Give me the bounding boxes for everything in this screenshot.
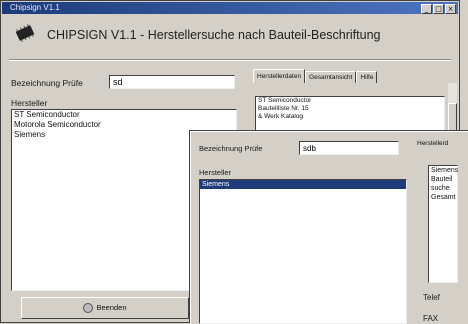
exit-icon	[83, 303, 94, 314]
exit-button[interactable]: Beenden	[21, 297, 189, 319]
window-controls: _ □ ×	[421, 4, 456, 14]
detail-line: suche	[431, 185, 450, 192]
tab-herstellerdaten[interactable]: Herstellerdaten	[253, 69, 306, 83]
tab-hilfe[interactable]: Hilfe	[356, 71, 378, 83]
title-bar[interactable]: Chipsign V1.1 _ □ ×	[2, 2, 458, 14]
close-button[interactable]: ×	[445, 4, 456, 14]
detail-line: Bauteil	[431, 176, 453, 183]
detail-line: Siemens	[431, 167, 459, 174]
detail-line: & Werk Katalog	[258, 113, 304, 120]
window-title: Chipsign V1.1	[10, 3, 60, 12]
second-manufacturer-list[interactable]: Siemens	[199, 179, 407, 324]
minimize-button[interactable]: _	[421, 4, 432, 14]
manufacturer-label: Hersteller	[11, 98, 48, 108]
second-search-label: Bezeichnung Prüfe	[199, 144, 263, 153]
second-search-input[interactable]: sdb	[299, 141, 399, 155]
second-tab-fragment[interactable]: Herstellerd	[417, 140, 448, 147]
phone-label: Telef	[423, 293, 440, 302]
detail-line: Gesamt	[431, 194, 456, 201]
scrollbar-thumb[interactable]	[448, 103, 457, 133]
header-banner: CHIPSIGN V1.1 - Herstellersuche nach Bau…	[7, 18, 455, 54]
search-label: Bezeichnung Prüfe	[11, 78, 83, 88]
second-details-box: Siemens Bauteil suche Gesamt	[428, 165, 458, 283]
chip-icon	[15, 23, 35, 43]
search-input[interactable]: sd	[109, 75, 235, 89]
exit-button-label: Beenden	[96, 303, 127, 312]
list-item[interactable]: Siemens	[200, 180, 406, 189]
detail-line: ST Semiconductor	[258, 97, 312, 104]
fax-label: FAX	[423, 314, 439, 323]
list-item[interactable]: ST Semiconductor	[12, 110, 236, 120]
maximize-button[interactable]: □	[433, 4, 444, 14]
header-divider	[9, 59, 451, 61]
details-box: ST Semiconductor Bauteilliste Nr. 15 & W…	[255, 96, 445, 134]
second-window: Bezeichnung Prüfe sdb Herstellerd Herste…	[190, 131, 468, 324]
tab-gesamtansicht[interactable]: Gesamtansicht	[305, 71, 357, 83]
second-manufacturer-label: Hersteller	[199, 168, 232, 177]
app-heading: CHIPSIGN V1.1 - Herstellersuche nach Bau…	[47, 28, 381, 42]
list-item[interactable]: Motorola Semiconductor	[12, 120, 236, 130]
tab-strip: Herstellerdaten Gesamtansicht Hilfe	[253, 69, 378, 83]
detail-line: Bauteilliste Nr. 15	[258, 105, 309, 112]
